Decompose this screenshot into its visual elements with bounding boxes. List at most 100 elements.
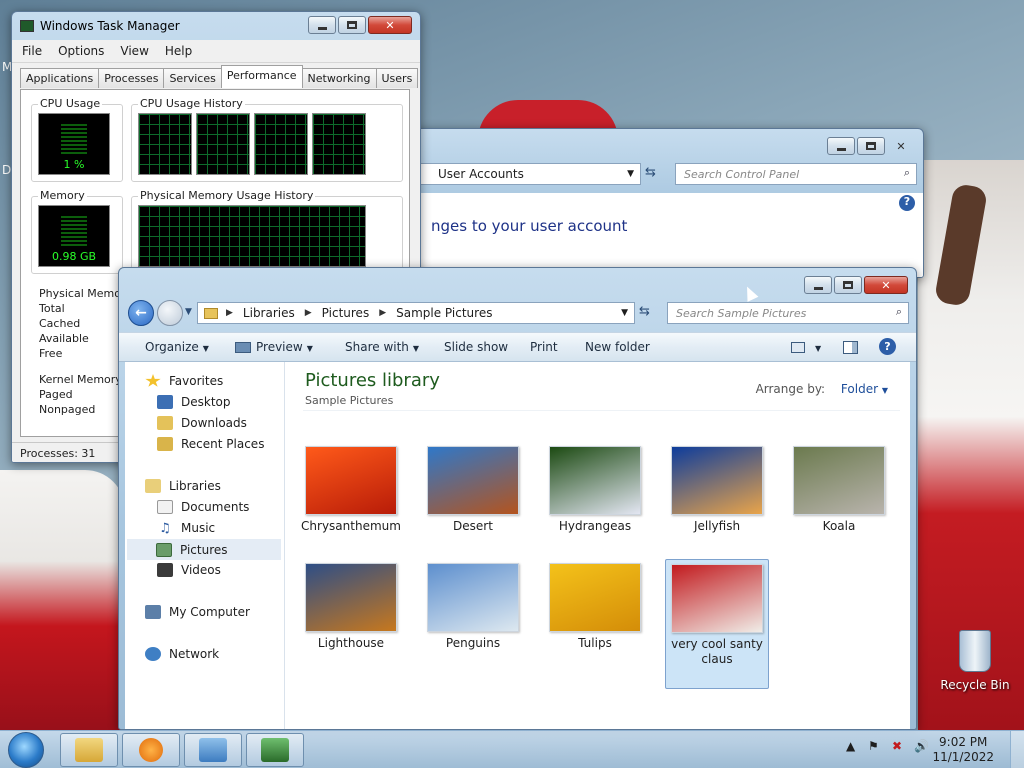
search-input[interactable]: Search Control Panel ⌕ <box>675 163 917 185</box>
meter-bars <box>61 124 87 154</box>
forward-button[interactable] <box>157 300 183 326</box>
taskbar-media-player-button[interactable] <box>122 733 180 767</box>
nav-downloads[interactable]: Downloads <box>157 416 247 430</box>
title-bar[interactable]: Windows Task Manager ✕ <box>12 12 420 40</box>
breadcrumb-pictures[interactable]: Pictures <box>322 306 370 320</box>
arrange-by-dropdown[interactable]: Folder ▼ <box>841 382 888 396</box>
share-with-button[interactable]: Share with ▼ <box>345 340 419 354</box>
tab-networking[interactable]: Networking <box>301 68 377 88</box>
menu-options[interactable]: Options <box>58 44 104 58</box>
nav-network[interactable]: Network <box>145 647 219 661</box>
slide-show-button[interactable]: Slide show <box>444 340 508 354</box>
cpu-usage-label: CPU Usage <box>38 97 103 110</box>
chevron-down-icon: ▼ <box>815 344 822 353</box>
nav-recent-places[interactable]: Recent Places <box>157 437 264 451</box>
thumbnail-item[interactable]: Koala <box>787 446 891 534</box>
organize-button[interactable]: Organize ▼ <box>145 340 209 354</box>
chevron-right-icon[interactable]: ▶ <box>226 308 233 318</box>
nav-desktop[interactable]: Desktop <box>157 395 231 409</box>
libraries-icon <box>145 479 161 493</box>
thumbnail-item[interactable]: Chrysanthemum <box>299 446 403 534</box>
menu-help[interactable]: Help <box>165 44 192 58</box>
thumbnail-item[interactable]: Penguins <box>421 563 525 651</box>
search-input[interactable]: Search Sample Pictures ⌕ <box>667 302 909 324</box>
nav-pictures[interactable]: Pictures <box>127 539 281 560</box>
tab-services[interactable]: Services <box>163 68 222 88</box>
tab-processes[interactable]: Processes <box>98 68 165 88</box>
help-icon[interactable]: ? <box>899 195 915 211</box>
back-button[interactable]: ← <box>128 300 154 326</box>
cpu-history-graph <box>138 113 192 175</box>
thumbnail-item[interactable]: Hydrangeas <box>543 446 647 534</box>
print-button[interactable]: Print <box>530 340 558 354</box>
recent-pages-dropdown[interactable]: ▼ <box>185 307 192 317</box>
breadcrumb-sample-pictures[interactable]: Sample Pictures <box>396 306 492 320</box>
address-bar[interactable]: ▶ Libraries ▶ Pictures ▶ Sample Pictures… <box>197 302 635 324</box>
control-panel-icon <box>199 738 227 762</box>
title-bar[interactable]: ✕ <box>119 268 916 296</box>
menu-bar: File Options View Help <box>12 40 420 62</box>
close-button[interactable]: ✕ <box>864 276 908 294</box>
thumbnail-item[interactable]: Tulips <box>543 563 647 651</box>
maximize-button[interactable] <box>857 137 885 155</box>
thumbnail-item[interactable]: very cool santy claus <box>665 559 769 689</box>
taskbar-task-manager-button[interactable] <box>246 733 304 767</box>
videos-icon <box>157 563 173 577</box>
nav-my-computer[interactable]: My Computer <box>145 605 250 619</box>
tab-performance[interactable]: Performance <box>220 65 303 88</box>
maximize-button[interactable] <box>834 276 862 294</box>
breadcrumb-libraries[interactable]: Libraries <box>243 306 295 320</box>
cpu-history-label: CPU Usage History <box>138 97 245 110</box>
maximize-button[interactable] <box>338 16 366 34</box>
preview-pane-button[interactable] <box>843 340 858 354</box>
tab-users[interactable]: Users <box>375 68 419 88</box>
thumbnail-item[interactable]: Lighthouse <box>299 563 403 651</box>
explorer-window[interactable]: ✕ ← ▼ ▶ Libraries ▶ Pictures ▶ Sample Pi… <box>118 267 917 730</box>
library-title: Pictures library <box>305 370 440 391</box>
address-bar[interactable]: User Accounts ▼ <box>409 163 641 185</box>
taskbar-control-panel-button[interactable] <box>184 733 242 767</box>
minimize-button[interactable] <box>804 276 832 294</box>
help-button[interactable]: ? <box>879 338 896 355</box>
refresh-icon[interactable]: ⇆ <box>639 304 650 319</box>
control-panel-window[interactable]: ✕ User Accounts ▼ ⇆ Search Control Panel… <box>408 128 924 278</box>
minimize-button[interactable] <box>827 137 855 155</box>
network-status-icon[interactable]: ✖ <box>892 739 902 753</box>
chevron-down-icon: ▼ <box>306 344 313 353</box>
chevron-right-icon[interactable]: ▶ <box>305 308 312 318</box>
nav-videos[interactable]: Videos <box>157 563 221 577</box>
show-desktop-button[interactable] <box>1010 731 1024 768</box>
new-folder-button[interactable]: New folder <box>585 340 650 354</box>
menu-file[interactable]: File <box>22 44 42 58</box>
nav-documents[interactable]: Documents <box>157 500 249 514</box>
stat-label: Paged <box>39 388 73 401</box>
nav-libraries[interactable]: Libraries <box>145 479 221 493</box>
change-view-button[interactable]: ▼ <box>791 340 821 354</box>
chevron-right-icon[interactable]: ▶ <box>379 308 386 318</box>
recycle-bin-shortcut[interactable]: Recycle Bin <box>940 630 1010 692</box>
taskbar-explorer-button[interactable] <box>60 733 118 767</box>
chevron-down-icon[interactable]: ▼ <box>621 308 628 318</box>
refresh-icon[interactable]: ⇆ <box>645 165 656 180</box>
process-count: Processes: 31 <box>20 447 96 460</box>
action-center-icon[interactable]: ⚑ <box>868 739 879 753</box>
nav-favorites[interactable]: Favorites <box>145 374 223 388</box>
preview-button[interactable]: Preview ▼ <box>235 340 313 354</box>
thumbnail-item[interactable]: Desert <box>421 446 525 534</box>
tab-applications[interactable]: Applications <box>20 68 100 88</box>
minimize-button[interactable] <box>308 16 336 34</box>
close-button[interactable]: ✕ <box>887 137 915 155</box>
menu-view[interactable]: View <box>120 44 148 58</box>
chevron-down-icon[interactable]: ▼ <box>627 169 634 179</box>
close-button[interactable]: ✕ <box>368 16 412 34</box>
nav-music[interactable]: ♫ Music <box>157 521 215 536</box>
window-controls: ✕ <box>825 137 915 155</box>
nav-label: Network <box>169 647 220 661</box>
view-icon <box>791 342 805 353</box>
system-clock[interactable]: 9:02 PM 11/1/2022 <box>932 735 994 765</box>
start-button[interactable] <box>8 732 44 768</box>
show-hidden-icons-icon[interactable]: ▲ <box>846 739 855 753</box>
kernel-memory-heading: Kernel Memory <box>39 373 122 386</box>
volume-icon[interactable]: 🔊 <box>914 739 929 753</box>
thumbnail-item[interactable]: Jellyfish <box>665 446 769 534</box>
